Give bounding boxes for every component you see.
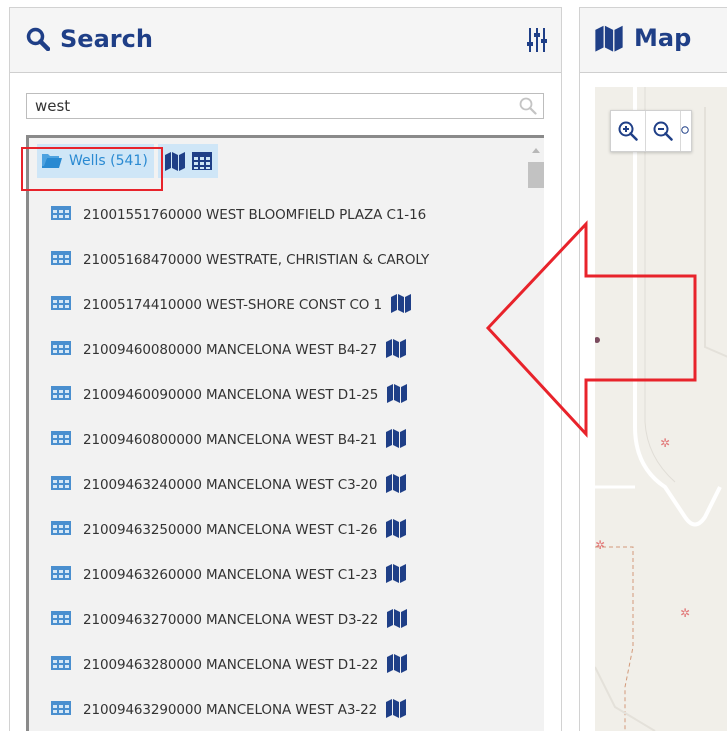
group-actions <box>157 144 218 178</box>
list-item[interactable]: 21001551760000 WEST BLOOMFIELD PLAZA C1-… <box>51 204 426 226</box>
map-icon <box>595 25 623 52</box>
zoom-in-button[interactable] <box>611 111 646 151</box>
svg-text:✲: ✲ <box>595 538 605 552</box>
map-panel-title: Map <box>594 24 691 52</box>
list-item-label: 21009463250000 MANCELONA WEST C1-26 <box>83 522 378 538</box>
table-icon[interactable] <box>51 386 71 404</box>
list-item-label: 21009460080000 MANCELONA WEST B4-27 <box>83 342 378 358</box>
map-icon[interactable] <box>390 293 412 317</box>
table-icon[interactable] <box>51 341 71 359</box>
list-item-label: 21009463280000 MANCELONA WEST D1-22 <box>83 657 379 673</box>
zoom-extent-button[interactable] <box>681 111 691 151</box>
list-item-label: 21001551760000 WEST BLOOMFIELD PLAZA C1-… <box>83 207 427 223</box>
list-item[interactable]: 21009460080000 MANCELONA WEST B4-27 <box>51 339 407 361</box>
map-icon[interactable] <box>386 653 408 677</box>
zoom-out-icon <box>653 121 673 141</box>
magnifier-icon[interactable] <box>519 97 537 115</box>
list-item[interactable]: 21009463290000 MANCELONA WEST A3-22 <box>51 699 407 721</box>
list-item[interactable]: 21009460090000 MANCELONA WEST D1-25 <box>51 384 408 406</box>
search-panel-title: Search <box>26 22 153 56</box>
list-item-label: 21009463240000 MANCELONA WEST C3-20 <box>83 477 378 493</box>
list-item[interactable]: 21009463270000 MANCELONA WEST D3-22 <box>51 609 408 631</box>
map-icon[interactable] <box>164 151 186 171</box>
table-icon[interactable] <box>51 701 71 719</box>
map-canvas[interactable]: ✲ ✲ ✲ <box>595 87 727 731</box>
list-item[interactable]: 21009463260000 MANCELONA WEST C1-23 <box>51 564 407 586</box>
map-icon[interactable] <box>386 383 408 407</box>
zoom-extent-icon <box>681 126 689 134</box>
table-icon[interactable] <box>51 521 71 539</box>
map-panel: Map ✲ ✲ ✲ <box>579 7 727 731</box>
scroll-up-arrow[interactable] <box>532 148 540 153</box>
map-icon[interactable] <box>385 698 407 722</box>
map-title-label: Map <box>634 24 692 52</box>
table-icon[interactable] <box>51 611 71 629</box>
search-input[interactable] <box>27 94 505 118</box>
sliders-icon[interactable] <box>527 27 547 53</box>
table-icon[interactable] <box>51 656 71 674</box>
scroll-thumb[interactable] <box>528 162 544 188</box>
search-icon <box>26 27 50 51</box>
table-icon[interactable] <box>51 296 71 314</box>
table-icon[interactable] <box>51 476 71 494</box>
table-icon[interactable] <box>51 206 71 224</box>
table-icon[interactable] <box>51 566 71 584</box>
map-icon[interactable] <box>385 428 407 452</box>
list-item-label: 21009460090000 MANCELONA WEST D1-25 <box>83 387 379 403</box>
table-icon[interactable] <box>51 431 71 449</box>
svg-text:✲: ✲ <box>680 606 690 620</box>
results-list: Wells (541) 21001551760000 WEST BLOOMFIE… <box>26 135 544 731</box>
search-field <box>26 93 544 119</box>
list-item-label: 21009460800000 MANCELONA WEST B4-21 <box>83 432 378 448</box>
svg-text:✲: ✲ <box>660 436 670 450</box>
list-item-label: 21009463260000 MANCELONA WEST C1-23 <box>83 567 378 583</box>
group-row-wells: Wells (541) <box>37 144 218 178</box>
list-item-label: 21009463290000 MANCELONA WEST A3-22 <box>83 702 378 718</box>
search-panel: Search Wells (541) <box>9 7 562 731</box>
map-panel-header: Map <box>580 7 727 73</box>
map-icon[interactable] <box>385 473 407 497</box>
map-icon[interactable] <box>385 518 407 542</box>
list-item[interactable]: 21009463250000 MANCELONA WEST C1-26 <box>51 519 407 541</box>
search-panel-header: Search <box>10 7 561 73</box>
search-title-label: Search <box>60 25 153 53</box>
list-item[interactable]: 21009460800000 MANCELONA WEST B4-21 <box>51 429 407 451</box>
group-label: Wells (541) <box>69 153 148 169</box>
table-icon[interactable] <box>51 251 71 269</box>
map-icon[interactable] <box>386 608 408 632</box>
map-base-layer: ✲ ✲ ✲ <box>595 87 727 731</box>
zoom-out-button[interactable] <box>646 111 681 151</box>
list-item-label: 21009463270000 MANCELONA WEST D3-22 <box>83 612 379 628</box>
list-item-label: 21005174410000 WEST-SHORE CONST CO 1 <box>83 297 383 313</box>
map-icon[interactable] <box>385 563 407 587</box>
zoom-controls <box>610 110 692 152</box>
list-item-label: 21005168470000 WESTRATE, CHRISTIAN & CAR… <box>83 252 430 268</box>
group-wells-toggle[interactable]: Wells (541) <box>37 144 154 178</box>
list-item[interactable]: 21005168470000 WESTRATE, CHRISTIAN & CAR… <box>51 249 429 271</box>
list-item[interactable]: 21009463280000 MANCELONA WEST D1-22 <box>51 654 408 676</box>
map-icon[interactable] <box>385 338 407 362</box>
folder-open-icon <box>42 154 62 168</box>
list-item[interactable]: 21005174410000 WEST-SHORE CONST CO 1 <box>51 294 412 316</box>
results-scrollbar[interactable] <box>528 138 544 731</box>
list-item[interactable]: 21009463240000 MANCELONA WEST C3-20 <box>51 474 407 496</box>
zoom-in-icon <box>618 121 638 141</box>
table-icon[interactable] <box>191 152 212 170</box>
